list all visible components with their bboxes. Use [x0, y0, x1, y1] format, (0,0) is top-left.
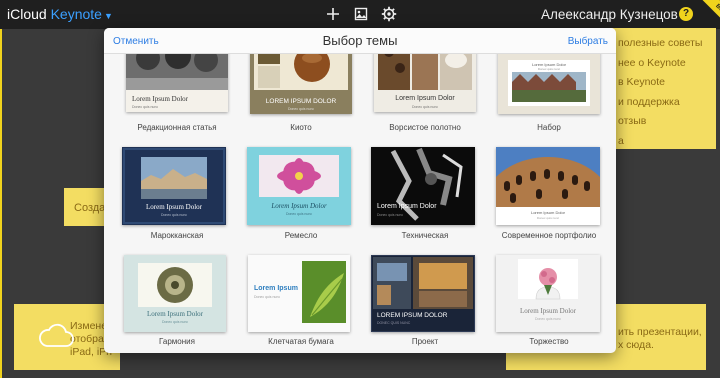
chevron-down-icon: ▼ — [103, 11, 113, 21]
theme-name: Гармония — [159, 337, 195, 346]
theme-subtitle: Donec quis nunc — [287, 107, 315, 111]
theme-card-modern-portfolio[interactable]: Lorem Ipsum Dolor Donec quis nunc Соврем… — [487, 147, 611, 257]
theme-title: Lorem Ipsum Dolor — [395, 95, 455, 102]
theme-card-technical[interactable]: Lorem Ipsum Dolor Donec quis nunc Технич… — [363, 147, 487, 257]
theme-name: Ворсистое полотно — [389, 123, 461, 132]
help-icon[interactable]: ? — [679, 7, 693, 21]
theme-subtitle: DONEC QUIS NUNC — [377, 321, 411, 325]
theme-subtitle: Donec quis nunc — [160, 213, 188, 217]
tips-menu-item[interactable]: и поддержка — [618, 93, 716, 113]
theme-subtitle: Donec quis nunc — [377, 213, 404, 217]
theme-title: Lorem Ipsum — [254, 285, 298, 292]
theme-subtitle: Donec quis nunc — [132, 105, 159, 109]
theme-card-harmony[interactable]: Lorem Ipsum Dolor Donec quis nunc Гармон… — [115, 255, 239, 353]
theme-subtitle: Donec quis nunc — [534, 317, 562, 321]
dialog-title: Выбор темы — [322, 33, 398, 48]
theme-thumbnail: Lorem Ipsum Dolor Donec quis nunc — [247, 147, 351, 225]
theme-subtitle: Donec quis nunc — [536, 216, 560, 220]
theme-subtitle: Donec quis nunc — [537, 67, 561, 71]
info-line: ить презентации, — [618, 326, 702, 338]
theme-title: Lorem Ipsum Dolor — [520, 307, 576, 315]
theme-thumbnail: Lorem Ipsum Dolor Donec quis nunc — [496, 255, 600, 332]
add-icon[interactable] — [325, 6, 341, 22]
theme-title: Lorem Ipsum Dolor — [271, 202, 327, 210]
tips-menu-item[interactable]: отзыв — [618, 112, 716, 132]
choose-button[interactable]: Выбрать — [568, 36, 608, 47]
theme-thumbnail: Lorem Ipsum Dolor Donec quis nunc — [496, 147, 600, 225]
theme-card-celebration[interactable]: Lorem Ipsum Dolor Donec quis nunc Торжес… — [487, 255, 611, 353]
theme-chooser-dialog: Lorem Ipsum Dolor Donec quis nunc Редакц… — [104, 28, 616, 353]
tips-menu-item[interactable]: полезные советы — [618, 34, 716, 54]
app-switcher[interactable]: iCloud Keynote ▼ — [7, 6, 113, 22]
background-accent — [0, 29, 2, 378]
theme-thumbnail: Lorem Ipsum Dolor Donec quis nunc — [122, 147, 226, 225]
theme-name: Проект — [411, 337, 439, 346]
theme-thumbnail: LOREM IPSUM DOLOR DONEC QUIS NUNC — [371, 255, 475, 332]
theme-name: Ремесло — [284, 231, 318, 240]
theme-thumbnail: Lorem Ipsum Dolor Donec quis nunc — [124, 255, 226, 332]
theme-name: Киото — [290, 123, 312, 132]
dialog-header: Отменить Выбор темы Выбрать — [104, 28, 616, 54]
theme-name: Клетчатая бумага — [268, 337, 334, 346]
theme-card-graph-paper[interactable]: Lorem Ipsum Donec quis nunc Клетчатая бу… — [239, 255, 363, 353]
theme-name: Марокканская — [150, 231, 204, 240]
theme-subtitle: Donec quis nunc — [411, 105, 439, 109]
theme-name: Редакционная статья — [137, 123, 217, 132]
theme-name: Техническая — [401, 231, 449, 240]
media-icon[interactable] — [353, 6, 369, 22]
top-bar: iCloud Keynote▼ Алеександр Кузнецов▼ ? B… — [0, 0, 720, 30]
theme-subtitle: Donec quis nunc — [254, 295, 281, 299]
tips-menu-item[interactable]: нее о Keynote — [618, 54, 716, 74]
theme-title: Lorem Ipsum Dolor — [377, 203, 437, 210]
theme-subtitle: Donec quis nunc — [285, 212, 313, 216]
theme-name: Набор — [537, 123, 561, 132]
settings-gear-icon[interactable] — [381, 6, 397, 22]
theme-thumbnail: Lorem Ipsum Donec quis nunc — [248, 255, 350, 332]
tips-menu-item[interactable]: в Keynote — [618, 73, 716, 93]
theme-title: Lorem Ipsum Dolor — [530, 210, 565, 215]
theme-card-moroccan[interactable]: Lorem Ipsum Dolor Donec quis nunc Марокк… — [115, 147, 239, 257]
info-line: х сюда. — [618, 339, 654, 351]
theme-grid: Lorem Ipsum Dolor Donec quis nunc Редакц… — [104, 28, 616, 353]
theme-card-craft[interactable]: Lorem Ipsum Dolor Donec quis nunc Ремесл… — [239, 147, 363, 257]
beta-ribbon: Beta — [700, 0, 720, 30]
brand-label: iCloud — [7, 6, 47, 22]
user-name: Алеександр Кузнецов — [541, 7, 678, 22]
tips-menu: полезные советы нее о Keynote в Keynote … — [604, 28, 716, 149]
tips-menu-item[interactable]: а — [618, 132, 716, 150]
user-menu[interactable]: Алеександр Кузнецов▼ — [541, 7, 690, 22]
theme-title: Lorem Ipsum Dolor — [147, 310, 203, 318]
app-name: Keynote — [50, 6, 102, 22]
theme-title: LOREM IPSUM DOLOR — [265, 98, 337, 105]
cloud-icon — [39, 323, 74, 347]
theme-subtitle: Donec quis nunc — [161, 320, 189, 324]
beta-label: Beta — [700, 0, 720, 30]
theme-title: Lorem Ipsum Dolor — [132, 95, 188, 103]
theme-thumbnail: Lorem Ipsum Dolor Donec quis nunc — [371, 147, 475, 225]
theme-title: LOREM IPSUM DOLOR — [377, 312, 448, 319]
theme-name: Торжество — [529, 337, 569, 346]
theme-title: Lorem Ipsum Dolor — [146, 203, 202, 211]
theme-name: Современное портфолио — [501, 231, 597, 240]
theme-card-project[interactable]: LOREM IPSUM DOLOR DONEC QUIS NUNC Проект — [363, 255, 487, 353]
